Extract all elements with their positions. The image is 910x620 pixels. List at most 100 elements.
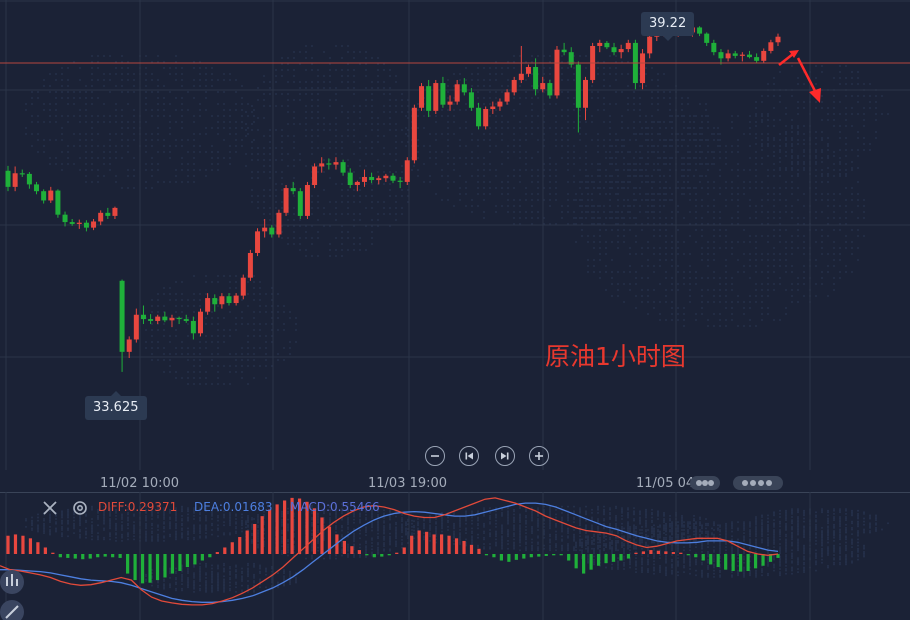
map-dot	[725, 301, 727, 303]
map-dot	[175, 73, 177, 75]
map-dot	[839, 157, 841, 159]
map-dot	[353, 189, 355, 191]
map-dot	[671, 301, 673, 303]
map-dot	[353, 249, 355, 251]
map-dot	[347, 87, 349, 89]
map-dot	[495, 103, 497, 105]
map-dot	[465, 528, 467, 531]
map-dot	[353, 135, 355, 137]
map-dot	[657, 169, 659, 171]
map-dot	[241, 323, 243, 325]
map-dot	[629, 181, 631, 183]
map-dot	[169, 151, 171, 153]
map-dot	[37, 151, 39, 153]
map-dot	[677, 271, 679, 273]
map-dot	[629, 289, 631, 291]
map-dot	[61, 516, 63, 519]
scroll-dots-icon[interactable]	[690, 476, 720, 490]
map-dot	[127, 169, 129, 171]
map-dot	[305, 81, 307, 83]
skip-back-icon[interactable]	[459, 446, 479, 466]
map-dot	[453, 513, 455, 516]
map-dot	[683, 121, 685, 123]
map-dot	[109, 169, 111, 171]
map-dot	[617, 205, 619, 207]
map-dot	[827, 265, 829, 267]
map-dot	[365, 249, 367, 251]
zoom-out-icon[interactable]	[425, 446, 445, 466]
map-dot	[755, 211, 757, 213]
map-dot	[621, 121, 623, 123]
map-dot	[317, 129, 319, 131]
map-dot	[573, 145, 575, 147]
map-dot	[103, 73, 105, 75]
map-dot	[79, 139, 81, 141]
map-dot	[311, 524, 313, 527]
map-dot	[259, 365, 261, 367]
map-dot	[359, 177, 361, 179]
map-dot	[79, 109, 81, 111]
map-dot	[665, 289, 667, 291]
map-dot	[281, 153, 283, 155]
map-dot	[453, 103, 455, 105]
map-dot	[641, 169, 643, 171]
map-dot	[157, 525, 159, 528]
map-dot	[677, 133, 679, 135]
zoom-in-icon[interactable]	[529, 446, 549, 466]
map-dot	[43, 151, 45, 153]
map-dot	[317, 99, 319, 101]
map-dot	[175, 145, 177, 147]
scroll-dots-icon[interactable]	[733, 476, 783, 490]
map-dot	[275, 69, 277, 71]
map-dot	[459, 145, 461, 147]
map-dot	[401, 171, 403, 173]
map-dot	[833, 175, 835, 177]
map-dot	[857, 101, 859, 103]
map-dot	[785, 307, 787, 309]
map-dot	[617, 241, 619, 243]
map-dot	[773, 77, 775, 79]
map-dot	[821, 131, 823, 133]
map-dot	[647, 295, 649, 297]
map-dot	[359, 141, 361, 143]
map-dot	[549, 181, 551, 183]
map-dot	[157, 55, 159, 57]
map-dot	[761, 283, 763, 285]
map-dot	[453, 527, 455, 530]
map-dot	[383, 207, 385, 209]
map-dot	[151, 175, 153, 177]
map-dot	[157, 85, 159, 87]
map-dot	[109, 79, 111, 81]
map-dot	[587, 265, 589, 267]
map-dot	[609, 163, 611, 165]
map-dot	[507, 193, 509, 195]
map-dot	[199, 169, 201, 171]
map-dot	[845, 83, 847, 85]
map-dot	[833, 155, 835, 157]
map-dot	[585, 163, 587, 165]
map-dot	[169, 518, 171, 521]
map-dot	[591, 536, 593, 539]
map-dot	[483, 538, 485, 541]
map-dot	[217, 121, 219, 123]
map-dot	[459, 79, 461, 81]
map-dot	[549, 55, 551, 57]
candle-body	[233, 295, 239, 304]
map-dot	[567, 199, 569, 201]
map-dot	[365, 195, 367, 197]
map-dot	[609, 127, 611, 129]
map-dot	[821, 283, 823, 285]
map-dot	[623, 139, 625, 141]
map-dot	[857, 259, 859, 261]
map-dot	[857, 181, 859, 183]
map-dot	[127, 139, 129, 141]
skip-forward-icon[interactable]	[495, 446, 515, 466]
map-dot	[863, 211, 865, 213]
map-dot	[217, 335, 219, 337]
map-dot	[269, 171, 271, 173]
map-dot	[767, 211, 769, 213]
map-dot	[635, 175, 637, 177]
map-dot	[287, 243, 289, 245]
map-dot	[839, 229, 841, 231]
map-dot	[145, 103, 147, 105]
